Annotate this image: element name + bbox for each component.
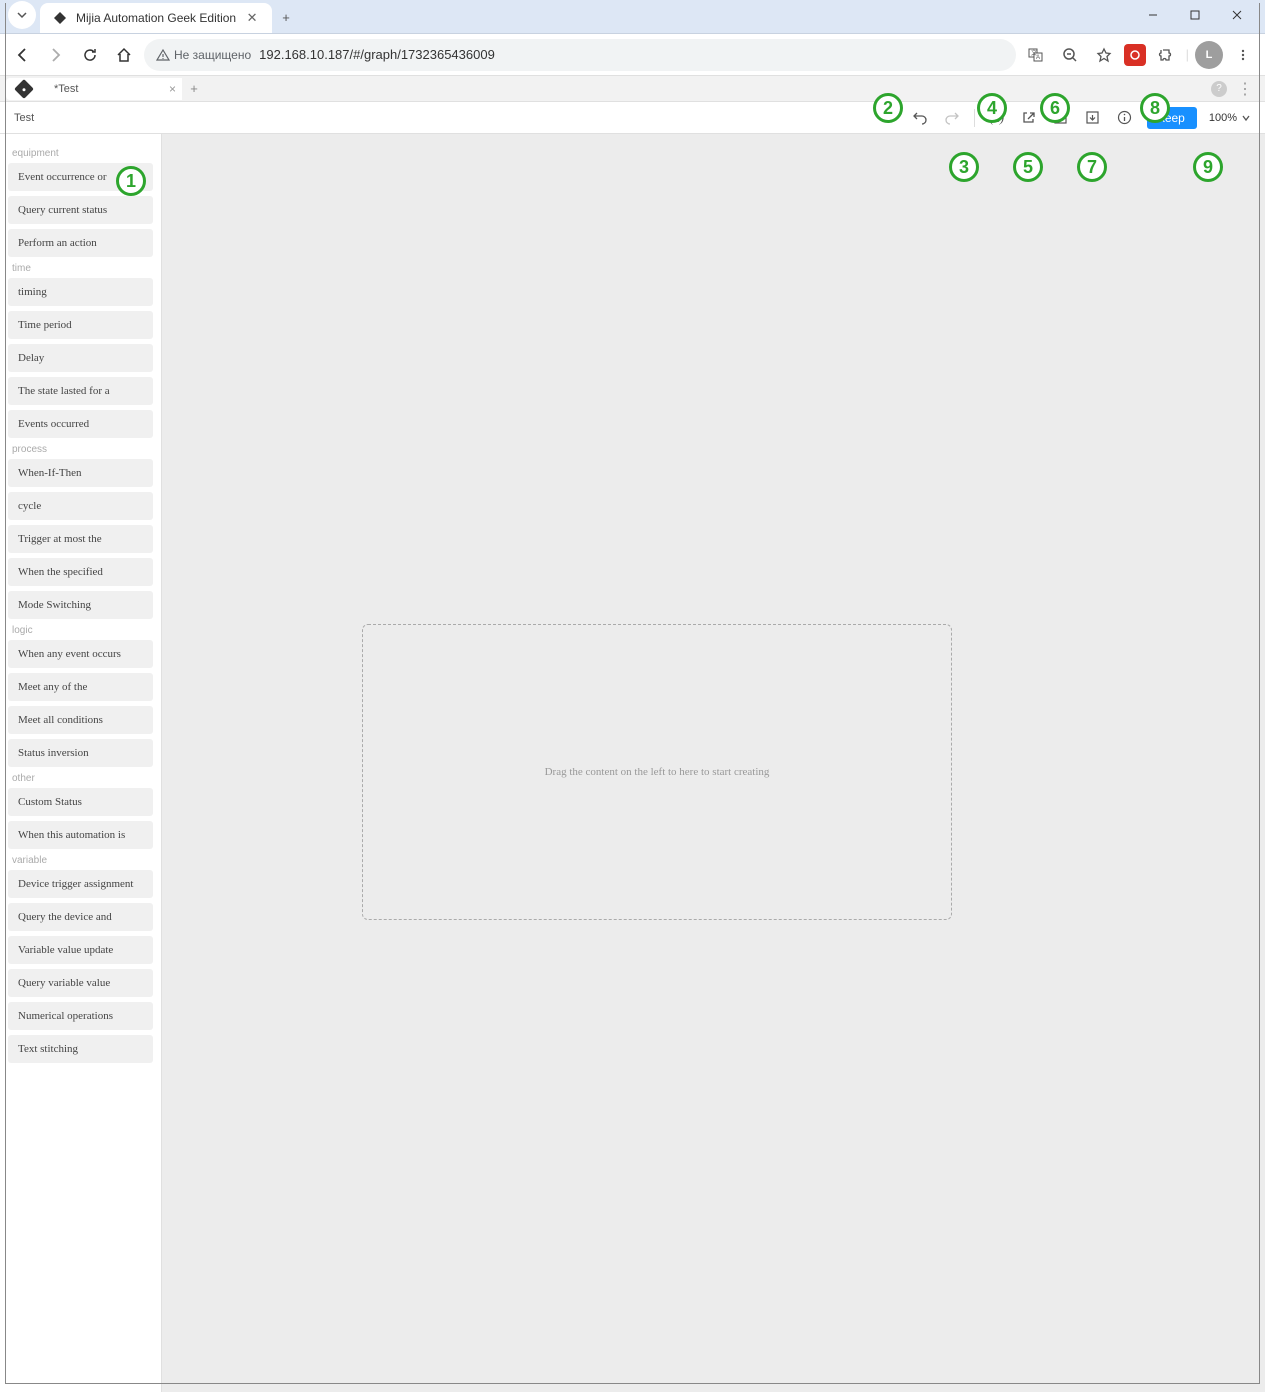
undo-button[interactable] — [910, 108, 930, 128]
app-tab-label: *Test — [54, 83, 78, 95]
canvas[interactable]: Drag the content on the left to here to … — [162, 134, 1265, 1392]
block-item[interactable]: Events occurred — [8, 410, 153, 438]
block-item[interactable]: Mode Switching — [8, 591, 153, 619]
annotation-badge-3: 3 — [949, 152, 979, 182]
block-palette: equipmentEvent occurrence orQuery curren… — [0, 134, 162, 1392]
block-item[interactable]: When-If-Then — [8, 459, 153, 487]
editor-toolbar: Test (x) keep 100% — [0, 102, 1265, 134]
browser-tab[interactable]: Mijia Automation Geek Edition ✕ — [40, 3, 272, 33]
forward-button[interactable] — [42, 41, 70, 69]
block-item[interactable]: Query current status — [8, 196, 153, 224]
block-item[interactable]: Status inversion — [8, 739, 153, 767]
block-item[interactable]: Delay — [8, 344, 153, 372]
app-menu-button[interactable]: ⋮ — [1233, 79, 1257, 99]
annotation-badge-8: 8 — [1140, 93, 1170, 123]
export-button[interactable] — [1083, 108, 1103, 128]
url-text: 192.168.10.187/#/graph/1732365436009 — [259, 47, 495, 62]
category-label: equipment — [12, 148, 149, 159]
block-item[interactable]: Trigger at most the — [8, 525, 153, 553]
security-label: Не защищено — [174, 48, 251, 62]
drop-hint: Drag the content on the left to here to … — [545, 766, 770, 778]
maximize-button[interactable] — [1175, 1, 1215, 29]
extensions-button[interactable] — [1152, 41, 1180, 69]
external-link-button[interactable] — [1019, 108, 1039, 128]
security-indicator[interactable]: Не защищено — [156, 48, 251, 62]
app-tab-test[interactable]: *Test × — [42, 78, 182, 100]
block-item[interactable]: Meet any of the — [8, 673, 153, 701]
app-home-tab[interactable] — [6, 78, 42, 100]
block-item[interactable]: Numerical operations — [8, 1002, 153, 1030]
annotation-badge-9: 9 — [1193, 152, 1223, 182]
app-tab-strip: *Test × + ? ⋮ — [0, 76, 1265, 102]
bookmark-button[interactable] — [1090, 41, 1118, 69]
address-bar[interactable]: Не защищено 192.168.10.187/#/graph/17323… — [144, 39, 1016, 71]
extension-a-button[interactable] — [1124, 44, 1146, 66]
minimize-button[interactable] — [1133, 1, 1173, 29]
block-item[interactable]: timing — [8, 278, 153, 306]
redo-button[interactable] — [942, 108, 962, 128]
editor-title: Test — [14, 112, 34, 124]
new-tab-button[interactable]: + — [272, 3, 300, 31]
block-item[interactable]: The state lasted for a — [8, 377, 153, 405]
block-item[interactable]: Text stitching — [8, 1035, 153, 1063]
category-label: logic — [12, 625, 149, 636]
category-label: time — [12, 263, 149, 274]
tab-close-button[interactable]: ✕ — [244, 10, 260, 26]
translate-button[interactable]: 文A — [1022, 41, 1050, 69]
block-item[interactable]: When the specified — [8, 558, 153, 586]
app-new-tab-button[interactable]: + — [182, 78, 206, 100]
block-item[interactable]: Time period — [8, 311, 153, 339]
drop-zone[interactable]: Drag the content on the left to here to … — [362, 624, 952, 920]
tab-favicon-icon — [52, 10, 68, 26]
warning-icon — [156, 48, 170, 62]
block-item[interactable]: Meet all conditions — [8, 706, 153, 734]
annotation-badge-1: 1 — [116, 166, 146, 196]
block-item[interactable]: Query the device and — [8, 903, 153, 931]
browser-menu-button[interactable] — [1229, 41, 1257, 69]
block-item[interactable]: Query variable value — [8, 969, 153, 997]
annotation-badge-6: 6 — [1040, 93, 1070, 123]
annotation-badge-5: 5 — [1013, 152, 1043, 182]
browser-tab-strip: Mijia Automation Geek Edition ✕ + — [0, 0, 1265, 34]
block-item[interactable]: Device trigger assignment — [8, 870, 153, 898]
block-item[interactable]: When any event occurs — [8, 640, 153, 668]
home-icon — [14, 79, 34, 99]
tabs-dropdown-button[interactable] — [8, 1, 36, 29]
reload-button[interactable] — [76, 41, 104, 69]
annotation-badge-7: 7 — [1077, 152, 1107, 182]
app-tab-close-button[interactable]: × — [169, 82, 176, 96]
browser-toolbar: Не защищено 192.168.10.187/#/graph/17323… — [0, 34, 1265, 76]
back-button[interactable] — [8, 41, 36, 69]
close-window-button[interactable] — [1217, 1, 1257, 29]
category-label: process — [12, 444, 149, 455]
chevron-down-icon — [1241, 113, 1251, 123]
category-label: other — [12, 773, 149, 784]
block-item[interactable]: Perform an action — [8, 229, 153, 257]
annotation-badge-2: 2 — [873, 93, 903, 123]
block-item[interactable]: Variable value update — [8, 936, 153, 964]
profile-button[interactable]: L — [1195, 41, 1223, 69]
svg-text:A: A — [1036, 55, 1040, 61]
zoom-out-button[interactable] — [1056, 41, 1084, 69]
zoom-label: 100% — [1209, 112, 1237, 124]
zoom-control[interactable]: 100% — [1209, 112, 1251, 124]
help-button[interactable]: ? — [1211, 81, 1227, 97]
info-button[interactable] — [1115, 108, 1135, 128]
tab-title: Mijia Automation Geek Edition — [76, 11, 236, 25]
annotation-badge-4: 4 — [977, 93, 1007, 123]
block-item[interactable]: Custom Status — [8, 788, 153, 816]
category-label: variable — [12, 855, 149, 866]
block-item[interactable]: cycle — [8, 492, 153, 520]
home-button[interactable] — [110, 41, 138, 69]
block-item[interactable]: When this automation is — [8, 821, 153, 849]
